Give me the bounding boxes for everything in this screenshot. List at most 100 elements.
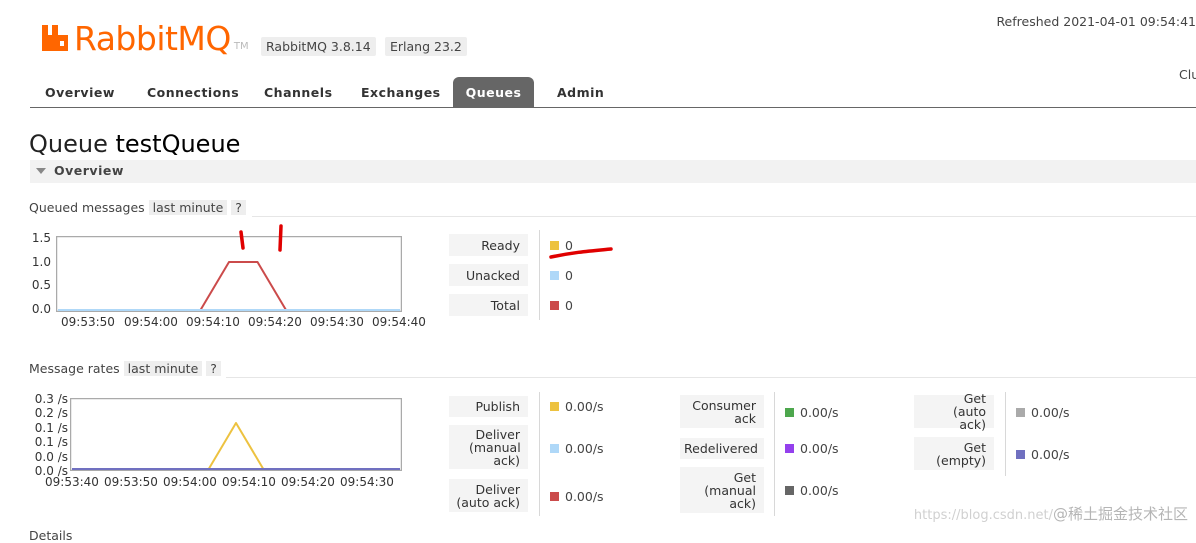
overview-section-toggle[interactable]: Overview — [30, 160, 1196, 183]
main-nav: Overview Connections Channels Exchanges … — [30, 77, 1196, 108]
x-tick: 09:54:00 — [163, 475, 217, 489]
value-text: 0.00/s — [1031, 447, 1070, 462]
divider — [226, 377, 1196, 378]
erlang-badge: Erlang 23.2 — [385, 37, 467, 56]
x-tick: 09:54:40 — [372, 315, 426, 329]
legend-swatch — [785, 444, 794, 453]
value-text: 0.00/s — [1031, 405, 1070, 420]
stat-value-deliver-auto-ack: 0.00/s — [550, 486, 604, 507]
page-title: Queue testQueue — [29, 130, 240, 158]
y-tick: 1.5 — [31, 231, 51, 245]
value-text: 0.00/s — [565, 489, 604, 504]
tab-exchanges[interactable]: Exchanges — [346, 77, 456, 108]
message-rates-heading: Message rates last minute? — [29, 361, 221, 376]
stat-value-get-empty: 0.00/s — [1016, 444, 1070, 465]
value-text: 0.00/s — [800, 441, 839, 456]
stat-label-get-auto-ack: Get (auto ack) — [914, 392, 994, 431]
y-tick: 0.0 /s — [34, 450, 68, 464]
stat-value-consumer-ack: 0.00/s — [785, 402, 839, 423]
stat-label-get-manual-ack: Get (manual ack) — [680, 467, 764, 513]
stat-value-redelivered: 0.00/s — [785, 438, 839, 459]
legend-swatch — [550, 492, 559, 501]
x-tick: 09:53:50 — [61, 315, 115, 329]
chart-frame — [70, 398, 402, 471]
collapse-triangle-icon — [36, 168, 46, 174]
stat-label-unacked: Unacked — [449, 264, 528, 286]
rates-range-selector[interactable]: last minute — [123, 361, 203, 376]
stat-label-redelivered: Redelivered — [680, 438, 764, 459]
watermark-faded-url: https://blog.csdn.net/ — [913, 508, 1053, 523]
page-title-prefix: Queue — [29, 130, 108, 158]
y-tick: 0.1 /s — [34, 435, 68, 449]
x-tick: 09:53:40 — [45, 475, 99, 489]
value-text: 0 — [565, 297, 573, 313]
section-label: Overview — [54, 163, 124, 178]
queued-help-button[interactable]: ? — [231, 200, 246, 215]
x-tick: 09:54:30 — [340, 475, 394, 489]
legend-swatch — [1016, 408, 1025, 417]
message-rates-title: Message rates — [29, 361, 120, 376]
queued-messages-title: Queued messages — [29, 200, 145, 215]
logo-trademark: TM — [233, 41, 249, 52]
value-text: 0.00/s — [565, 399, 604, 414]
x-tick: 09:54:00 — [124, 315, 178, 329]
divider — [774, 392, 775, 516]
stat-value-get-manual-ack: 0.00/s — [785, 480, 839, 501]
legend-swatch — [785, 408, 794, 417]
x-tick: 09:53:50 — [104, 475, 158, 489]
stat-label-deliver-manual-ack: Deliver (manual ack) — [449, 425, 528, 469]
queued-range-selector[interactable]: last minute — [148, 200, 228, 215]
legend-swatch — [550, 444, 559, 453]
message-rates-chart — [70, 398, 402, 471]
tab-overview[interactable]: Overview — [30, 77, 130, 108]
stat-label-ready: Ready — [449, 234, 528, 256]
x-tick: 09:54:20 — [248, 315, 302, 329]
legend-swatch — [550, 300, 559, 310]
y-tick: 0.0 — [31, 302, 51, 316]
y-tick: 0.5 — [31, 278, 51, 292]
stat-label-get-empty: Get (empty) — [914, 437, 994, 470]
stat-value-total: 0 — [550, 294, 573, 316]
x-tick: 09:54:30 — [310, 315, 364, 329]
legend-swatch — [1016, 450, 1025, 459]
tab-channels[interactable]: Channels — [249, 77, 348, 108]
queue-name: testQueue — [115, 130, 241, 158]
x-tick: 09:54:10 — [186, 315, 240, 329]
legend-swatch — [550, 270, 559, 280]
logo-text: RabbitMQ — [74, 18, 231, 58]
y-tick: 0.1 /s — [34, 421, 68, 435]
rates-help-button[interactable]: ? — [206, 361, 221, 376]
watermark-text: @稀土掘金技术社区 — [1052, 505, 1188, 523]
value-text: 0 — [565, 267, 573, 283]
rabbitmq-logo[interactable]: RabbitMQ TM — [40, 18, 249, 58]
divider — [252, 216, 1196, 217]
y-tick: 0.2 /s — [34, 406, 68, 420]
stat-label-publish: Publish — [449, 396, 528, 417]
tab-queues[interactable]: Queues — [453, 77, 534, 108]
stat-label-consumer-ack: Consumer ack — [680, 395, 764, 428]
x-tick: 09:54:20 — [281, 475, 335, 489]
refreshed-timestamp[interactable]: Refreshed 2021-04-01 09:54:41 — [996, 14, 1196, 29]
tab-admin[interactable]: Admin — [542, 77, 619, 108]
y-tick: 0.3 /s — [34, 392, 68, 406]
divider — [1005, 392, 1006, 476]
queued-messages-heading: Queued messages last minute? — [29, 200, 246, 215]
watermark: https://blog.csdn.net/@稀土掘金技术社区 — [914, 503, 1188, 524]
value-text: 0.00/s — [800, 405, 839, 420]
divider — [539, 392, 540, 516]
legend-swatch — [550, 240, 559, 250]
rabbit-logo-icon — [42, 25, 68, 51]
version-badge: RabbitMQ 3.8.14 — [261, 37, 376, 56]
y-tick: 1.0 — [31, 255, 51, 269]
stat-label-total: Total — [449, 294, 528, 316]
divider — [539, 230, 540, 320]
value-text: 0.00/s — [800, 483, 839, 498]
tab-connections[interactable]: Connections — [132, 77, 254, 108]
legend-swatch — [550, 402, 559, 411]
stat-value-unacked: 0 — [550, 264, 573, 286]
stat-value-get-auto-ack: 0.00/s — [1016, 402, 1070, 423]
stat-value-ready: 0 — [550, 234, 573, 256]
stat-label-deliver-auto-ack: Deliver (auto ack) — [449, 479, 528, 512]
stat-value-publish: 0.00/s — [550, 396, 604, 417]
x-tick: 09:54:10 — [222, 475, 276, 489]
